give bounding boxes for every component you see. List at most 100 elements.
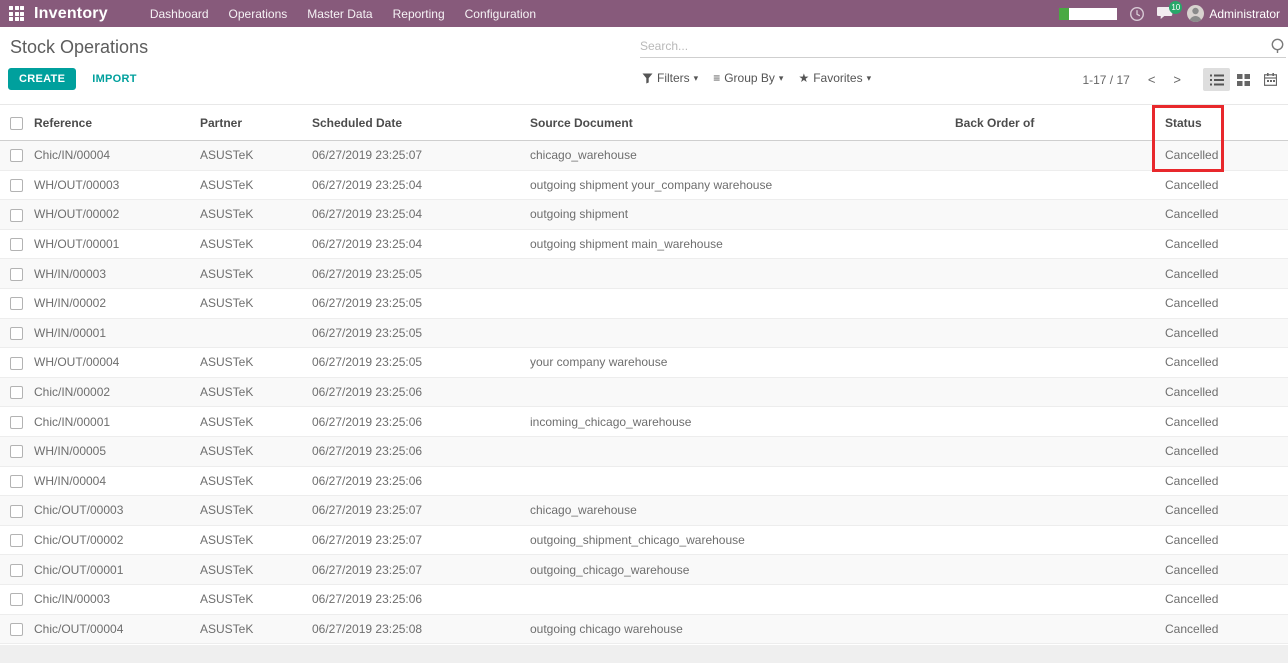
cell-source-document[interactable]: outgoing shipment main_warehouse — [526, 229, 951, 259]
cell-reference[interactable]: WH/IN/00002 — [30, 288, 196, 318]
cell-partner[interactable]: ASUSTeK — [196, 436, 308, 466]
row-checkbox[interactable] — [10, 268, 23, 281]
app-title[interactable]: Inventory — [34, 5, 108, 23]
cell-status[interactable]: Cancelled — [1161, 584, 1288, 614]
menu-item[interactable]: Reporting — [391, 5, 447, 23]
cell-source-document[interactable] — [526, 259, 951, 289]
cell-back-order-of[interactable] — [951, 377, 1161, 407]
table-row[interactable]: WH/IN/00002 ASUSTeK 06/27/2019 23:25:05 … — [0, 288, 1288, 318]
row-checkbox[interactable] — [10, 445, 23, 458]
column-header-back-order-of[interactable]: Back Order of — [951, 105, 1161, 141]
create-button[interactable]: CREATE — [8, 68, 76, 90]
table-row[interactable]: WH/OUT/00004 ASUSTeK 06/27/2019 23:25:05… — [0, 348, 1288, 378]
cell-back-order-of[interactable] — [951, 555, 1161, 585]
cell-reference[interactable]: WH/OUT/00001 — [30, 229, 196, 259]
cell-source-document[interactable] — [526, 288, 951, 318]
cell-status[interactable]: Cancelled — [1161, 525, 1288, 555]
cell-reference[interactable]: Chic/IN/00002 — [30, 377, 196, 407]
cell-scheduled-date[interactable]: 06/27/2019 23:25:07 — [308, 141, 526, 171]
user-menu[interactable]: Administrator — [1187, 5, 1280, 22]
table-row[interactable]: WH/OUT/00001 ASUSTeK 06/27/2019 23:25:04… — [0, 229, 1288, 259]
row-checkbox[interactable] — [10, 238, 23, 251]
cell-reference[interactable]: WH/OUT/00004 — [30, 348, 196, 378]
cell-partner[interactable]: ASUSTeK — [196, 466, 308, 496]
cell-source-document[interactable]: chicago_warehouse — [526, 496, 951, 526]
row-checkbox[interactable] — [10, 386, 23, 399]
row-checkbox[interactable] — [10, 297, 23, 310]
cell-back-order-of[interactable] — [951, 525, 1161, 555]
row-checkbox[interactable] — [10, 416, 23, 429]
table-row[interactable]: Chic/OUT/00004 ASUSTeK 06/27/2019 23:25:… — [0, 614, 1288, 644]
group-by-dropdown[interactable]: ≡ Group By ▾ — [713, 71, 783, 85]
cell-partner[interactable]: ASUSTeK — [196, 200, 308, 230]
cell-scheduled-date[interactable]: 06/27/2019 23:25:08 — [308, 614, 526, 644]
cell-source-document[interactable]: outgoing shipment your_company warehouse — [526, 170, 951, 200]
kanban-view-button[interactable] — [1230, 68, 1257, 91]
search-input[interactable] — [640, 39, 1270, 53]
cell-partner[interactable]: ASUSTeK — [196, 229, 308, 259]
search-icon[interactable] — [1270, 37, 1286, 55]
cell-back-order-of[interactable] — [951, 318, 1161, 348]
cell-scheduled-date[interactable]: 06/27/2019 23:25:05 — [308, 348, 526, 378]
table-row[interactable]: WH/IN/00004 ASUSTeK 06/27/2019 23:25:06 … — [0, 466, 1288, 496]
row-checkbox[interactable] — [10, 327, 23, 340]
cell-scheduled-date[interactable]: 06/27/2019 23:25:04 — [308, 229, 526, 259]
cell-back-order-of[interactable] — [951, 407, 1161, 437]
cell-status[interactable]: Cancelled — [1161, 259, 1288, 289]
cell-status[interactable]: Cancelled — [1161, 200, 1288, 230]
cell-reference[interactable]: WH/IN/00003 — [30, 259, 196, 289]
cell-back-order-of[interactable] — [951, 141, 1161, 171]
cell-reference[interactable]: Chic/IN/00003 — [30, 584, 196, 614]
cell-scheduled-date[interactable]: 06/27/2019 23:25:07 — [308, 525, 526, 555]
cell-source-document[interactable] — [526, 318, 951, 348]
cell-status[interactable]: Cancelled — [1161, 229, 1288, 259]
column-header-reference[interactable]: Reference — [30, 105, 196, 141]
cell-scheduled-date[interactable]: 06/27/2019 23:25:07 — [308, 555, 526, 585]
table-row[interactable]: Chic/IN/00002 ASUSTeK 06/27/2019 23:25:0… — [0, 377, 1288, 407]
cell-status[interactable]: Cancelled — [1161, 555, 1288, 585]
table-row[interactable]: WH/OUT/00002 ASUSTeK 06/27/2019 23:25:04… — [0, 200, 1288, 230]
cell-source-document[interactable]: your company warehouse — [526, 348, 951, 378]
cell-status[interactable]: Cancelled — [1161, 348, 1288, 378]
cell-source-document[interactable]: outgoing shipment — [526, 200, 951, 230]
menu-item[interactable]: Operations — [227, 5, 290, 23]
row-checkbox[interactable] — [10, 475, 23, 488]
cell-scheduled-date[interactable]: 06/27/2019 23:25:04 — [308, 170, 526, 200]
cell-partner[interactable]: ASUSTeK — [196, 614, 308, 644]
cell-source-document[interactable] — [526, 584, 951, 614]
cell-reference[interactable]: Chic/OUT/00004 — [30, 614, 196, 644]
cell-partner[interactable]: ASUSTeK — [196, 170, 308, 200]
cell-status[interactable]: Cancelled — [1161, 614, 1288, 644]
cell-back-order-of[interactable] — [951, 436, 1161, 466]
table-row[interactable]: Chic/IN/00004 ASUSTeK 06/27/2019 23:25:0… — [0, 141, 1288, 171]
activities-clock-icon[interactable] — [1129, 6, 1145, 22]
cell-source-document[interactable] — [526, 436, 951, 466]
cell-partner[interactable]: ASUSTeK — [196, 407, 308, 437]
cell-status[interactable]: Cancelled — [1161, 407, 1288, 437]
column-header-partner[interactable]: Partner — [196, 105, 308, 141]
table-row[interactable]: Chic/OUT/00002 ASUSTeK 06/27/2019 23:25:… — [0, 525, 1288, 555]
table-row[interactable]: WH/IN/00005 ASUSTeK 06/27/2019 23:25:06 … — [0, 436, 1288, 466]
cell-source-document[interactable]: outgoing chicago warehouse — [526, 614, 951, 644]
cell-source-document[interactable]: chicago_warehouse — [526, 141, 951, 171]
import-button[interactable]: IMPORT — [92, 73, 137, 85]
apps-grid-icon[interactable] — [9, 6, 24, 21]
cell-partner[interactable]: ASUSTeK — [196, 525, 308, 555]
row-checkbox[interactable] — [10, 149, 23, 162]
cell-source-document[interactable]: outgoing_shipment_chicago_warehouse — [526, 525, 951, 555]
menu-item[interactable]: Dashboard — [148, 5, 211, 23]
cell-back-order-of[interactable] — [951, 229, 1161, 259]
table-row[interactable]: Chic/IN/00003 ASUSTeK 06/27/2019 23:25:0… — [0, 584, 1288, 614]
cell-scheduled-date[interactable]: 06/27/2019 23:25:06 — [308, 377, 526, 407]
messages-icon[interactable]: 10 — [1157, 6, 1175, 21]
cell-partner[interactable]: ASUSTeK — [196, 377, 308, 407]
cell-scheduled-date[interactable]: 06/27/2019 23:25:06 — [308, 436, 526, 466]
cell-status[interactable]: Cancelled — [1161, 377, 1288, 407]
table-row[interactable]: Chic/IN/00001 ASUSTeK 06/27/2019 23:25:0… — [0, 407, 1288, 437]
cell-status[interactable]: Cancelled — [1161, 436, 1288, 466]
cell-reference[interactable]: Chic/OUT/00001 — [30, 555, 196, 585]
table-row[interactable]: WH/IN/00001 06/27/2019 23:25:05 Cancelle… — [0, 318, 1288, 348]
cell-source-document[interactable]: incoming_chicago_warehouse — [526, 407, 951, 437]
cell-scheduled-date[interactable]: 06/27/2019 23:25:04 — [308, 200, 526, 230]
cell-back-order-of[interactable] — [951, 348, 1161, 378]
